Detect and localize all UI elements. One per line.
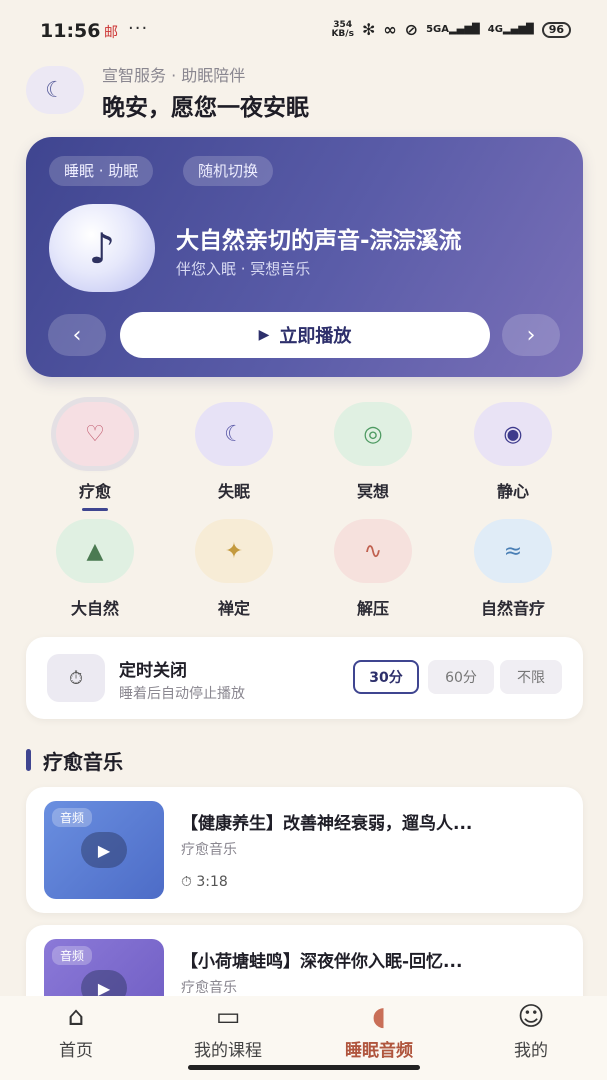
- category-icon: ☾: [195, 402, 273, 466]
- nav-label: 我的课程: [194, 1041, 262, 1061]
- nav-label: 睡眠音频: [345, 1041, 413, 1061]
- category-3[interactable]: ◎ 冥想: [323, 402, 423, 502]
- item-duration: ⏱ 3:18: [181, 874, 228, 890]
- prev-button[interactable]: ‹: [48, 314, 106, 356]
- section-title: 疗愈音乐: [43, 750, 123, 774]
- category-7[interactable]: ∿ 解压: [323, 519, 423, 619]
- home-indicator[interactable]: [188, 1065, 420, 1070]
- item-category: 疗愈音乐: [181, 842, 237, 858]
- item-title: 【健康养生】改善神经衰弱，遛鸟人...: [181, 814, 473, 834]
- header-subtitle: 宣智服务 · 助眠陪伴: [102, 66, 246, 85]
- category-label: 失眠: [217, 482, 250, 501]
- play-now-label: 立即播放: [279, 326, 352, 347]
- battery-icon: 96: [541, 21, 571, 38]
- nav-label: 首页: [59, 1041, 93, 1061]
- category-label: 疗愈: [78, 482, 111, 501]
- mail-notify-icon: 邮: [104, 25, 118, 41]
- featured-subtitle: 伴您入眠 · 冥想音乐: [176, 260, 311, 278]
- nav-my-courses[interactable]: ▭ 我的课程: [152, 1000, 304, 1061]
- moon-icon[interactable]: ☾: [26, 66, 84, 114]
- home-icon: ⌂: [67, 1002, 85, 1032]
- signal-4g-icon: 4G▂▄▆█: [487, 24, 534, 35]
- audio-tag: 音频: [52, 808, 93, 827]
- timer-option-unlimited[interactable]: 不限: [500, 660, 562, 694]
- category-4[interactable]: ◉ 静心: [463, 402, 563, 502]
- play-now-button[interactable]: ▶ 立即播放: [120, 312, 490, 358]
- status-bar: 11:56 邮 ··· 354 KB/s ✻ ∞ ⊘ 5GA▂▄▆█ 4G▂▄▆…: [0, 0, 607, 62]
- category-icon: ≈: [474, 519, 552, 583]
- active-indicator: [82, 508, 108, 511]
- next-button[interactable]: ›: [502, 314, 560, 356]
- profile-icon: ☺: [517, 1002, 545, 1032]
- play-icon[interactable]: ▶: [81, 832, 127, 868]
- category-icon: ▲: [56, 519, 134, 583]
- nav-mine[interactable]: ☺ 我的: [455, 1000, 607, 1061]
- timer-option-60[interactable]: 60分: [428, 660, 494, 694]
- section-accent-bar: [26, 749, 31, 771]
- featured-audio-card[interactable]: 睡眠 · 助眠 随机切换 ♪ 大自然亲切的声音-淙淙溪流 伴您入眠 · 冥想音乐…: [26, 137, 583, 377]
- music-note-icon: ♪: [49, 204, 155, 292]
- timer-option-30[interactable]: 30分: [353, 660, 419, 694]
- category-8[interactable]: ≈ 自然音疗: [463, 519, 563, 619]
- category-2[interactable]: ☾ 失眠: [184, 402, 284, 502]
- category-5[interactable]: ▲ 大自然: [45, 519, 145, 619]
- item-thumbnail[interactable]: 音频 ▶: [44, 801, 164, 899]
- clock-icon: ⏱: [181, 874, 197, 890]
- sleep-timer-card: ⏱ 定时关闭 睡着后自动停止播放 30分 60分 不限: [26, 637, 583, 719]
- category-icon: ✦: [195, 519, 273, 583]
- more-notifications-icon: ···: [128, 18, 149, 39]
- audio-tag: 音频: [52, 946, 93, 965]
- category-icon: ♡: [56, 402, 134, 466]
- list-item[interactable]: 音频 ▶ 【健康养生】改善神经衰弱，遛鸟人... 疗愈音乐 ⏱ 3:18: [26, 787, 583, 913]
- featured-title: 大自然亲切的声音-淙淙溪流: [176, 228, 462, 254]
- chip-sleep[interactable]: 睡眠 · 助眠: [49, 156, 154, 186]
- status-time: 11:56: [40, 20, 101, 42]
- category-label: 大自然: [70, 599, 119, 618]
- header-title: 晚安，愿您一夜安眠: [102, 95, 309, 121]
- mute-icon: ⊘: [404, 20, 419, 39]
- signal-5ga-icon: 5GA▂▄▆█: [426, 24, 480, 35]
- category-label: 解压: [356, 599, 389, 618]
- nav-label: 我的: [514, 1041, 548, 1061]
- link-icon: ∞: [383, 20, 397, 39]
- category-label: 静心: [496, 482, 529, 501]
- item-title: 【小荷塘蛙鸣】深夜伴你入眠-回忆...: [181, 952, 463, 972]
- chip-random-switch[interactable]: 随机切换: [183, 156, 274, 186]
- category-icon: ◉: [474, 402, 552, 466]
- greeting-header: ☾ 宣智服务 · 助眠陪伴 晚安，愿您一夜安眠: [26, 62, 586, 121]
- category-1[interactable]: ♡ 疗愈: [45, 402, 145, 511]
- category-label: 禅定: [217, 599, 250, 618]
- bluetooth-icon: ✻: [361, 20, 376, 39]
- item-category: 疗愈音乐: [181, 980, 237, 996]
- sound-wave-icon: ◖: [372, 1002, 386, 1032]
- category-label: 自然音疗: [480, 599, 545, 618]
- status-right-icons: 354 KB/s ✻ ∞ ⊘ 5GA▂▄▆█ 4G▂▄▆█ 96: [331, 20, 571, 39]
- timer-title: 定时关闭: [119, 661, 187, 681]
- nav-sleep-audio[interactable]: ◖ 睡眠音频: [303, 1000, 455, 1061]
- network-speed: 354 KB/s: [331, 19, 354, 39]
- play-icon: ▶: [258, 327, 270, 343]
- timer-icon: ⏱: [47, 654, 105, 702]
- category-6[interactable]: ✦ 禅定: [184, 519, 284, 619]
- nav-home[interactable]: ⌂ 首页: [0, 1000, 152, 1061]
- category-icon: ∿: [334, 519, 412, 583]
- category-icon: ◎: [334, 402, 412, 466]
- book-icon: ▭: [215, 1002, 241, 1032]
- timer-subtitle: 睡着后自动停止播放: [119, 686, 245, 702]
- category-label: 冥想: [356, 482, 389, 501]
